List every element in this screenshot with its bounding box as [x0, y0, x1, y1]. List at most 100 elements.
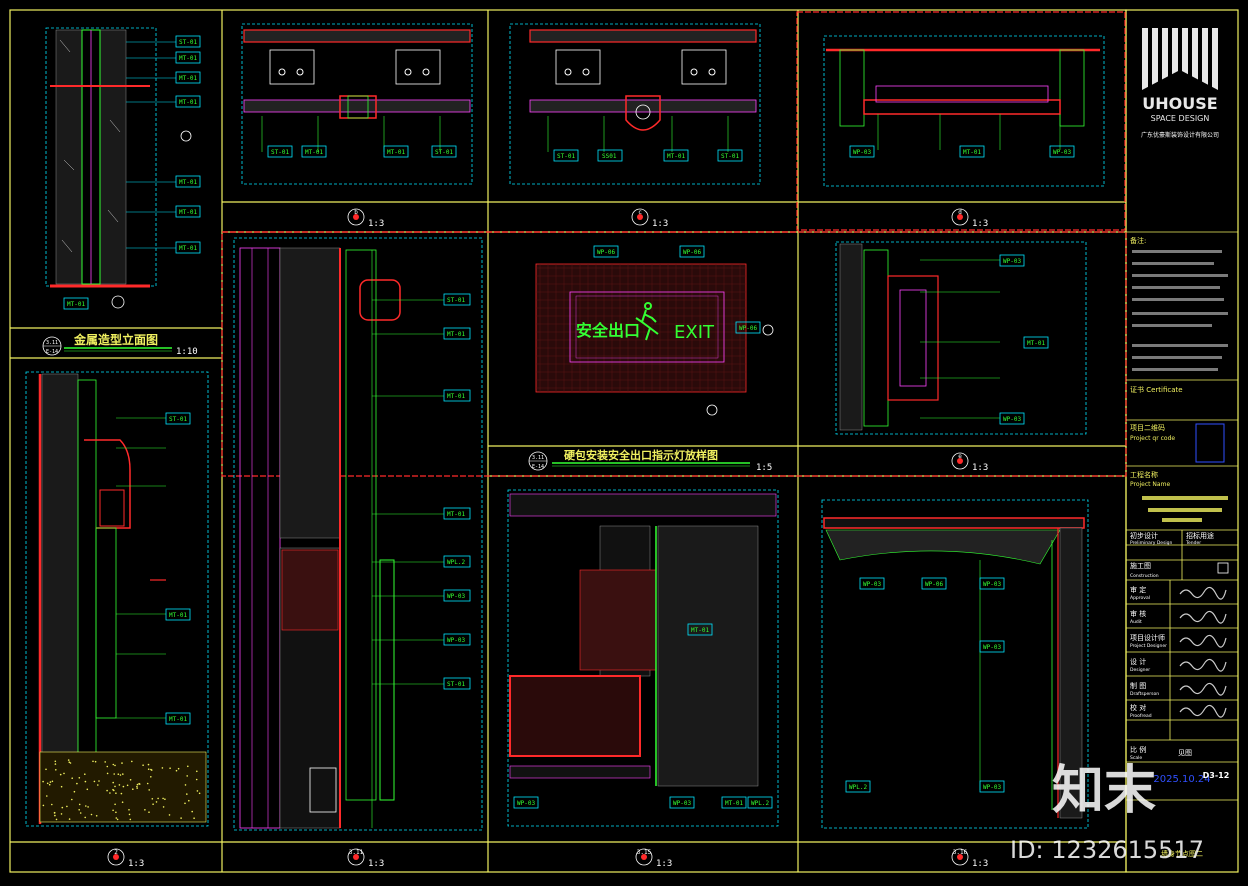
tag-316-wp03-d: WP-03 — [983, 784, 1001, 791]
qr-label: 项目二维码 — [1130, 423, 1165, 432]
tag-mt01-f: MT-01 — [179, 245, 197, 252]
tag-sec-mt01-c: MT-01 — [447, 511, 465, 518]
scale-c: 1:3 — [652, 219, 668, 229]
notes-heading: 备注: — [1130, 236, 1146, 245]
tag-316-wp03-a: WP-03 — [863, 581, 881, 588]
sheet-top-left: E-14 — [46, 349, 58, 355]
ref-c: c — [638, 209, 642, 216]
sheet-exit: E-14 — [532, 464, 544, 470]
title-block-row-label-en: Designer — [1130, 667, 1150, 673]
tag-d-mt01: MT-01 — [963, 149, 981, 156]
tag-exit-wp06-b: WP-06 — [683, 249, 701, 256]
tag-sec-wp03-a: WP-03 — [447, 593, 465, 600]
tag-mt01-e: MT-01 — [179, 209, 197, 216]
stage-tender-en: Tender — [1185, 540, 1201, 546]
scale-label: 1:10 — [176, 347, 198, 357]
title-block-row-label-en: Draftsperson — [1130, 691, 1159, 697]
tag-mt01-b: MT-01 — [179, 75, 197, 82]
watermark-brand: 知末 — [1052, 761, 1156, 821]
company-cn: 广东优豪斯装饰设计有限公司 — [1141, 131, 1219, 139]
tag-d-wp03-a: WP-03 — [853, 149, 871, 156]
stage-construction-en: Construction — [1130, 573, 1159, 579]
tag-mt01-bottom: MT-01 — [67, 301, 85, 308]
scale-row-value: 见图 — [1178, 749, 1192, 757]
scale-b4: 1:3 — [972, 859, 988, 869]
watermark-id: ID: 1232615517 — [1010, 836, 1204, 864]
stage-construction: 施工图 — [1130, 561, 1151, 570]
tag-d-wp03-b: WP-03 — [1053, 149, 1071, 156]
stage-initial-en: Preliminary Design — [1130, 540, 1173, 546]
ref-top-left: 3.11 — [46, 340, 58, 346]
tag-s2-st01: ST-01 — [169, 416, 187, 423]
ref-b4: 3.16 — [953, 849, 968, 856]
title-block-row-label-en: Audit — [1130, 619, 1142, 625]
tag-mt01-a: MT-01 — [179, 55, 197, 62]
scale-e: 1:3 — [972, 463, 988, 473]
scale-b: 1:3 — [368, 219, 384, 229]
tag-exit-wp06-a: WP-06 — [597, 249, 615, 256]
tag-sec-mt01-a: MT-01 — [447, 331, 465, 338]
ref-b1: 2 — [114, 849, 118, 856]
tag-sec-st01-a: ST-01 — [447, 297, 465, 304]
exit-sign-en: EXIT — [674, 322, 715, 343]
tag-st01-a: ST-01 — [179, 39, 197, 46]
scale-b2: 1:3 — [368, 859, 384, 869]
project-name-en: Project Name — [1130, 481, 1170, 488]
tag-mt01-d: MT-01 — [179, 179, 197, 186]
tag-b-st01-a: ST-01 — [271, 149, 289, 156]
detail-title-exit: 硬包安装安全出口指示灯放样图 — [564, 448, 718, 462]
scale-b1: 1:3 — [128, 859, 144, 869]
tag-315-wp03-a: WP-03 — [517, 800, 535, 807]
project-name-label: 工程名称 — [1130, 470, 1158, 479]
tag-316-wp06: WP-06 — [925, 581, 943, 588]
title-block-row-label: 校 对 — [1130, 703, 1146, 712]
tag-sec-mt01-b: MT-01 — [447, 393, 465, 400]
title-block-row-label: 审 核 — [1130, 609, 1146, 618]
title-block-row-label: 制 图 — [1130, 681, 1146, 690]
tag-e-wp03-a: WP-03 — [1003, 258, 1021, 265]
ref-d: d — [958, 209, 962, 216]
logo-name: UHOUSE — [1142, 94, 1217, 113]
scale-d: 1:3 — [972, 219, 988, 229]
stage-initial: 初步设计 — [1130, 531, 1158, 540]
tag-316-wp03-b: WP-03 — [983, 581, 1001, 588]
scale-exit: 1:5 — [756, 463, 772, 473]
tag-sec-st01-b: ST-01 — [447, 681, 465, 688]
scale-b3: 1:3 — [656, 859, 672, 869]
title-block-row-label-en: Approval — [1130, 595, 1150, 601]
tag-c-mt01: MT-01 — [667, 153, 685, 160]
tag-c-st01-a: ST-01 — [557, 153, 575, 160]
tag-315-mt01-a: MT-01 — [691, 627, 709, 634]
tag-b-mt01-a: MT-01 — [305, 149, 323, 156]
detail-exit-sign: 安全出口 EXIT WP-06 WP-06 WP-06 — [535, 245, 774, 416]
ref-exit: 3.11 — [532, 455, 544, 461]
tag-b-mt01-b: MT-01 — [387, 149, 405, 156]
drawing-number: D3-12 — [1203, 771, 1230, 780]
title-block-row-label: 设 计 — [1130, 657, 1146, 666]
tag-c-ss01: SS01 — [602, 153, 617, 160]
logo-sub: SPACE DESIGN — [1151, 114, 1210, 123]
ref-b3: 3.15 — [637, 849, 652, 856]
detail-title: 金属造型立面图 — [73, 332, 158, 347]
cad-drawing-sheet: ST-01 MT-01 MT-01 MT-01 MT-01 MT-01 MT-0… — [0, 0, 1248, 886]
tag-316-wp03-c: WP-03 — [983, 644, 1001, 651]
stage-tender: 招标用途 — [1186, 531, 1214, 540]
title-block-row-label-en: Project Designer — [1130, 643, 1167, 649]
tag-e-mt01: MT-01 — [1027, 340, 1045, 347]
title-block-row-label-en: Proofread — [1130, 713, 1152, 719]
tag-b-st01-b: ST-01 — [435, 149, 453, 156]
tag-s2-mt01-b: MT-01 — [169, 716, 187, 723]
qr-label-en: Project qr code — [1130, 435, 1175, 442]
tag-sec-wp03-b: WP-03 — [447, 637, 465, 644]
tag-sec-wpl2: WPL.2 — [447, 559, 465, 566]
tag-316-wpl2: WPL.2 — [849, 784, 867, 791]
tag-s2-mt01-a: MT-01 — [169, 612, 187, 619]
tag-e-wp03-b: WP-03 — [1003, 416, 1021, 423]
ref-b2: 3.11 — [349, 849, 364, 856]
title-block-row-label: 审 定 — [1130, 585, 1146, 594]
exit-sign-cn: 安全出口 — [576, 321, 640, 340]
ref-e: e — [958, 453, 962, 460]
title-block-row-label: 项目设计师 — [1130, 633, 1165, 642]
ref-b: b — [354, 209, 358, 216]
scale-row-label: 比 例 — [1130, 745, 1146, 754]
